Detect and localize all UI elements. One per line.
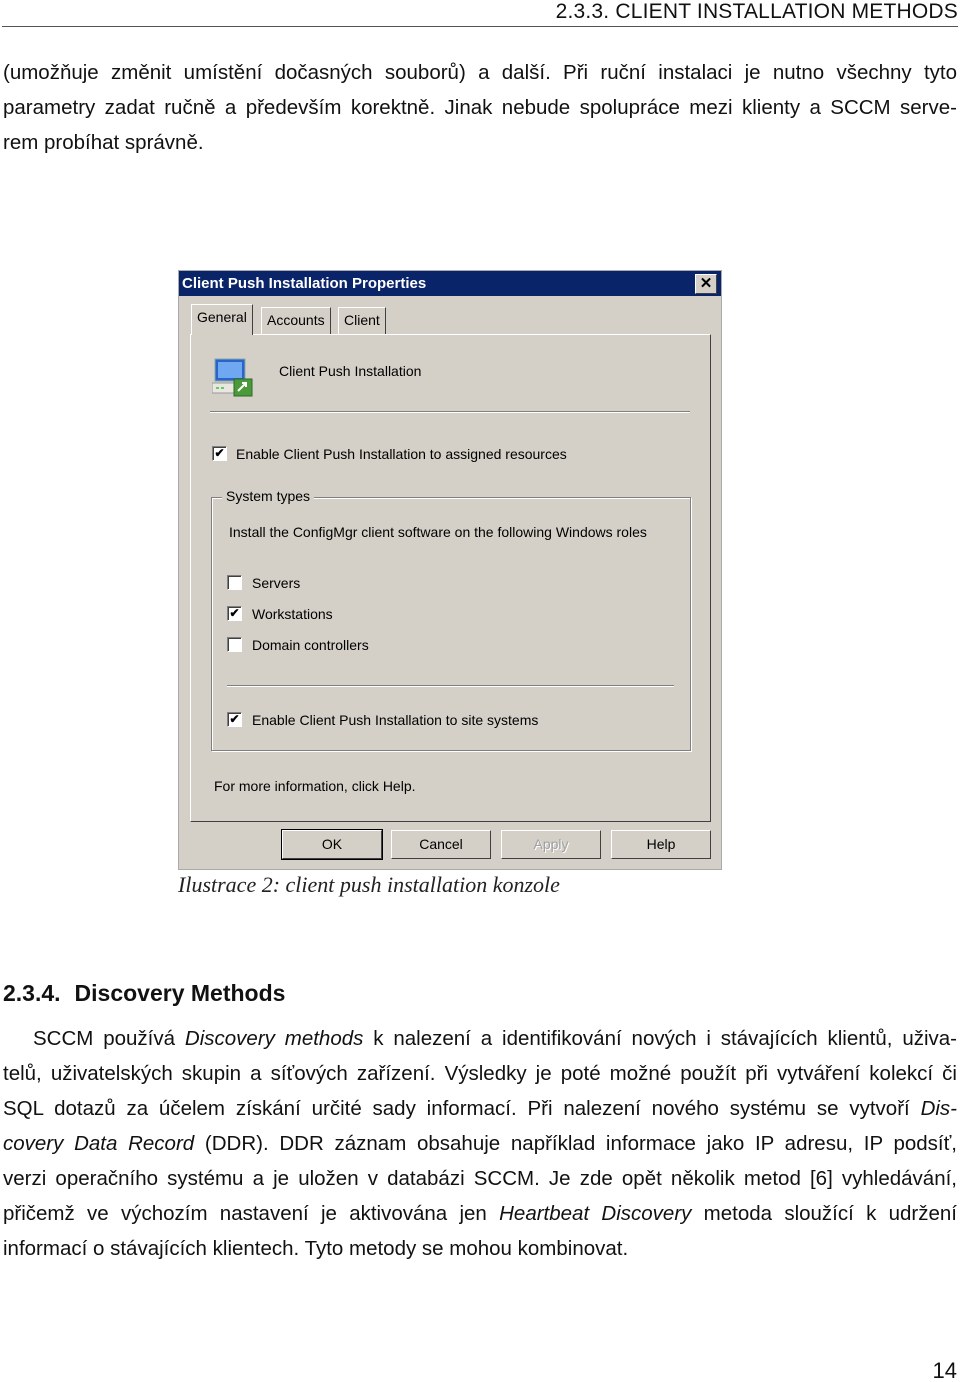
system-types-group: System types Install the ConfigMgr clien… (211, 488, 691, 751)
checkbox-assigned-resources[interactable]: ✔ (212, 446, 227, 461)
tab-panel-general: Client Push Installation ✔ Enable Client… (190, 334, 711, 822)
header-rule (2, 26, 958, 27)
group-label: System types (222, 488, 315, 504)
text-span: telů, uživatelských skupin a síťových za… (3, 1062, 957, 1085)
dialog-title: Client Push Installation Properties (182, 275, 427, 292)
computer-icon (211, 357, 253, 397)
servers-label: Servers (252, 575, 301, 591)
text-line: SCCM používá Discovery methods k nalezen… (3, 1021, 957, 1056)
running-head: 2.3.3. CLIENT INSTALLATION METHODS (555, 0, 958, 23)
emphasis-text: Discovery methods (184, 1027, 364, 1050)
domain-controllers-label: Domain controllers (252, 637, 369, 653)
text-span: informací o stávajících klientech. Tyto … (3, 1237, 629, 1260)
emphasis-text: Heartbeat Discovery (499, 1202, 692, 1225)
apply-button[interactable]: Apply (501, 830, 601, 859)
paragraph-1: (umožňuje změnit umístění dočasných soub… (3, 55, 957, 160)
header-text: Client Push Installation (279, 363, 422, 379)
text-span: k nalezení a identifikování nových i stá… (363, 1027, 957, 1050)
separator (227, 685, 674, 687)
page-number: 14 (932, 1358, 957, 1382)
site-systems-label: Enable Client Push Installation to site … (252, 712, 539, 728)
text-span: parametry zadat ručně a především korekt… (3, 96, 957, 119)
text-line: telů, uživatelských skupin a síťových za… (3, 1056, 957, 1091)
checkbox-domain-controllers[interactable] (227, 637, 242, 652)
tab-general[interactable]: General (191, 304, 253, 335)
text-line: covery Data Record (DDR). DDR záznam obs… (3, 1126, 957, 1161)
text-line: informací o stávajících klientech. Tyto … (3, 1231, 957, 1266)
separator (210, 411, 690, 413)
text-line: rem probíhat správně. (3, 125, 957, 160)
text-line: (umožňuje změnit umístění dočasných soub… (3, 55, 957, 90)
dialog-titlebar: Client Push Installation Properties ✕ (179, 271, 721, 296)
document-page: 2.3.3. CLIENT INSTALLATION METHODS (umož… (0, 0, 960, 1382)
text-span: verzi operačního systému a je uložen v d… (3, 1167, 957, 1190)
paragraph-2: SCCM používá Discovery methods k nalezen… (3, 1021, 957, 1266)
text-line: parametry zadat ručně a především korekt… (3, 90, 957, 125)
text-span: (DDR). DDR záznam obsahuje například inf… (194, 1132, 957, 1155)
emphasis-text: covery Data Record (3, 1132, 195, 1155)
workstations-label: Workstations (252, 606, 333, 622)
close-icon[interactable]: ✕ (695, 274, 717, 294)
text-span: přičemž ve výchozím nastavení je aktivov… (3, 1202, 500, 1225)
cancel-button[interactable]: Cancel (391, 830, 491, 859)
checkbox-site-systems[interactable]: ✔ (227, 712, 242, 727)
text-span: (umožňuje změnit umístění dočasných soub… (3, 61, 957, 84)
text-line: verzi operačního systému a je uložen v d… (3, 1161, 957, 1196)
help-button[interactable]: Help (611, 830, 711, 859)
screenshot-dialog: Client Push Installation Properties ✕ Ge… (178, 270, 722, 870)
checkbox-assigned-label: Enable Client Push Installation to assig… (236, 446, 567, 462)
emphasis-text: Dis- (920, 1097, 957, 1120)
tab-client[interactable]: Client (338, 307, 386, 334)
checkbox-servers[interactable] (227, 575, 242, 590)
text-span: SCCM používá (33, 1027, 185, 1050)
help-info-text: For more information, click Help. (214, 778, 416, 794)
section-title: Discovery Methods (74, 980, 286, 1006)
text-line: SQL dotazů za účelem získání určité sady… (3, 1091, 957, 1126)
checkbox-workstations[interactable]: ✔ (227, 606, 242, 621)
section-number: 2.3.4. (3, 980, 61, 1006)
group-description: Install the ConfigMgr client software on… (229, 524, 647, 540)
text-span: SQL dotazů za účelem získání určité sady… (3, 1097, 921, 1120)
figure-caption: Ilustrace 2: client push installation ko… (178, 872, 560, 897)
section-heading: 2.3.4. Discovery Methods (3, 980, 285, 1007)
text-span: rem probíhat správně. (3, 131, 204, 154)
tab-accounts[interactable]: Accounts (261, 307, 331, 334)
text-line: přičemž ve výchozím nastavení je aktivov… (3, 1196, 957, 1231)
ok-button[interactable]: OK (281, 829, 383, 860)
text-span: metoda sloužící k udržení (691, 1202, 957, 1225)
